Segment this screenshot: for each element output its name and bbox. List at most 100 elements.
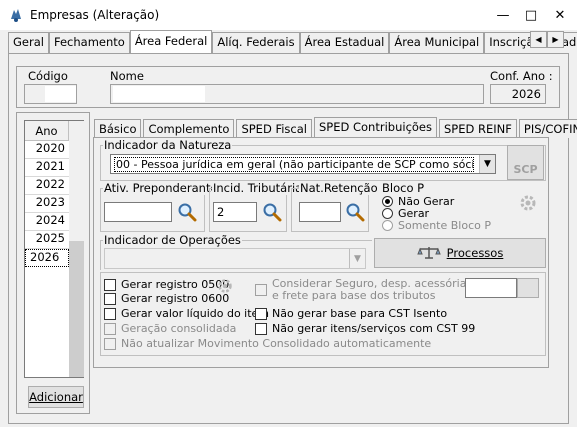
nao-gerar-itens-cst-checkbox[interactable] <box>255 322 267 335</box>
codigo-label: Código <box>28 69 68 83</box>
scp-button[interactable]: SCP <box>507 145 544 180</box>
radio-button[interactable] <box>382 196 393 207</box>
considerar-seguro-option: Considerar Seguro, desp. acessórias e fr… <box>255 278 472 302</box>
magnifier-icon <box>263 203 282 222</box>
ativ-preponderante-input[interactable] <box>104 202 172 222</box>
tab-scroll-left-button[interactable]: ◀ <box>530 31 547 48</box>
bloco-p-settings-button[interactable] <box>516 191 540 215</box>
processos-label: Processos <box>446 246 504 260</box>
radio-button <box>382 220 393 231</box>
magnifier-icon <box>178 203 197 222</box>
tab-sped-contribuicoes[interactable]: SPED Contribuições <box>313 117 437 138</box>
year-row[interactable]: 2025 <box>25 231 69 249</box>
bloco-p-option-somente: Somente Bloco P <box>382 219 491 232</box>
year-row[interactable]: 2022 <box>25 177 69 195</box>
radio-button[interactable] <box>382 208 393 219</box>
nao-gerar-base-cst-option[interactable]: Não gerar base para CST Isento <box>255 307 447 320</box>
natureza-value: 00 - Pessoa jurídica em geral (não parti… <box>114 157 474 172</box>
considerar-seguro-lookup-button[interactable] <box>517 278 539 298</box>
app-icon <box>8 7 24 23</box>
codigo-field[interactable] <box>24 84 77 104</box>
nat-retencao-search-button[interactable] <box>343 202 367 222</box>
nao-gerar-base-cst-checkbox[interactable] <box>255 307 267 320</box>
main-tab-strip: Geral Fechamento Área Federal Alíq. Fede… <box>8 30 577 53</box>
incid-tributaria-input[interactable]: 2 <box>213 202 257 222</box>
year-row[interactable]: 2020 <box>25 141 69 159</box>
minimize-button[interactable]: — <box>490 5 516 25</box>
tab-complemento[interactable]: Complemento <box>143 119 235 138</box>
maximize-icon: □ <box>524 7 538 23</box>
year-row[interactable]: 2021 <box>25 159 69 177</box>
year-row-selected[interactable]: 2026 <box>25 249 69 267</box>
nao-atualizar-checkbox <box>104 337 116 350</box>
geracao-consolidada-option: Geração consolidada <box>104 322 236 335</box>
add-year-button[interactable]: Adicionar <box>28 386 84 408</box>
gerar-0600-checkbox[interactable] <box>104 292 116 305</box>
gerar-0500-option[interactable]: Gerar registro 0500 <box>104 278 229 291</box>
window-title: Empresas (Alteração) <box>30 8 160 22</box>
bloco-p-label: Bloco P <box>381 181 426 195</box>
nao-atualizar-option: Não atualizar Movimento Consolidado auto… <box>104 337 431 350</box>
nome-label: Nome <box>110 69 144 83</box>
gerar-valor-liquido-option[interactable]: Gerar valor líquido do item <box>104 307 269 320</box>
triangle-right-icon: ▶ <box>552 35 559 44</box>
nao-gerar-base-cst-label: Não gerar base para CST Isento <box>272 307 448 320</box>
considerar-seguro-input[interactable] <box>465 278 517 298</box>
close-icon: ✕ <box>554 7 566 23</box>
nat-retencao-label: Nat.Retenção <box>299 181 379 195</box>
processos-button[interactable]: Processos <box>374 238 546 268</box>
tab-fechamento[interactable]: Fechamento <box>48 32 130 53</box>
considerar-seguro-label-line2: e frete para base dos tributos <box>272 289 436 302</box>
chevron-down-icon: ▼ <box>479 155 495 173</box>
codigo-value <box>45 86 76 102</box>
bloco-p-option-label: Somente Bloco P <box>398 219 491 232</box>
years-column-header[interactable]: Ano <box>25 121 69 141</box>
tab-scroll-right-button[interactable]: ▶ <box>547 31 564 48</box>
year-row[interactable]: 2023 <box>25 195 69 213</box>
nao-gerar-itens-cst-label: Não gerar itens/serviços com CST 99 <box>272 322 476 335</box>
natureza-select[interactable]: 00 - Pessoa jurídica em geral (não parti… <box>110 154 496 174</box>
natureza-label: Indicador da Natureza <box>103 138 233 152</box>
close-button[interactable]: ✕ <box>547 5 573 25</box>
nat-retencao-input[interactable] <box>299 202 341 222</box>
tab-sped-reinf[interactable]: SPED REINF <box>439 119 517 138</box>
gerar-valor-liquido-checkbox[interactable] <box>104 307 116 320</box>
gear-icon <box>520 195 536 211</box>
maximize-button[interactable]: □ <box>518 5 544 25</box>
gerar-valor-liquido-label: Gerar valor líquido do item <box>121 307 270 320</box>
scales-icon <box>416 247 441 259</box>
incid-tributaria-search-button[interactable] <box>260 202 284 222</box>
tab-geral[interactable]: Geral <box>8 32 49 53</box>
year-row[interactable]: 2024 <box>25 213 69 231</box>
tab-area-federal[interactable]: Área Federal <box>129 30 213 53</box>
nome-value <box>113 86 205 102</box>
tab-area-estadual[interactable]: Área Estadual <box>299 32 390 53</box>
indicador-operacoes-select: ▼ <box>104 248 366 269</box>
tab-aliq-federais[interactable]: Alíq. Federais <box>212 32 300 53</box>
tab-basico[interactable]: Básico <box>94 119 142 138</box>
conf-ano-field[interactable]: 2026 <box>490 84 546 104</box>
years-scrollbar-thumb[interactable] <box>69 241 84 377</box>
gerar-0500-label: Gerar registro 0500 <box>121 278 230 291</box>
tab-area-municipal[interactable]: Área Municipal <box>389 32 485 53</box>
gerar-0600-option[interactable]: Gerar registro 0600 <box>104 292 229 305</box>
gerar-0500-checkbox[interactable] <box>104 278 116 291</box>
tab-pis-cofins[interactable]: PIS/COFINS <box>518 119 577 138</box>
incid-tributaria-label: Incid. Tributária <box>212 181 304 195</box>
scp-label: SCP <box>513 163 538 176</box>
nao-gerar-itens-cst-option[interactable]: Não gerar itens/serviços com CST 99 <box>255 322 475 335</box>
ativ-preponderante-search-button[interactable] <box>175 202 199 222</box>
minimize-icon: — <box>496 7 510 23</box>
add-year-label: Adicionar <box>29 390 83 404</box>
nome-field[interactable] <box>110 84 484 104</box>
nao-atualizar-label: Não atualizar Movimento Consolidado auto… <box>121 337 432 350</box>
indicador-operacoes-label: Indicador de Operações <box>103 233 242 247</box>
geracao-consolidada-checkbox <box>104 322 116 335</box>
conf-ano-label: Conf. Ano : <box>490 69 553 83</box>
years-list[interactable]: Ano 2020 2021 2022 2023 2024 2025 2026 <box>24 120 84 378</box>
magnifier-icon <box>346 203 365 222</box>
tab-sped-fiscal[interactable]: SPED Fiscal <box>236 119 312 138</box>
gerar-0600-label: Gerar registro 0600 <box>121 292 230 305</box>
geracao-consolidada-label: Geração consolidada <box>121 322 237 335</box>
tab-scroll-arrows: ◀ ▶ <box>530 31 564 48</box>
